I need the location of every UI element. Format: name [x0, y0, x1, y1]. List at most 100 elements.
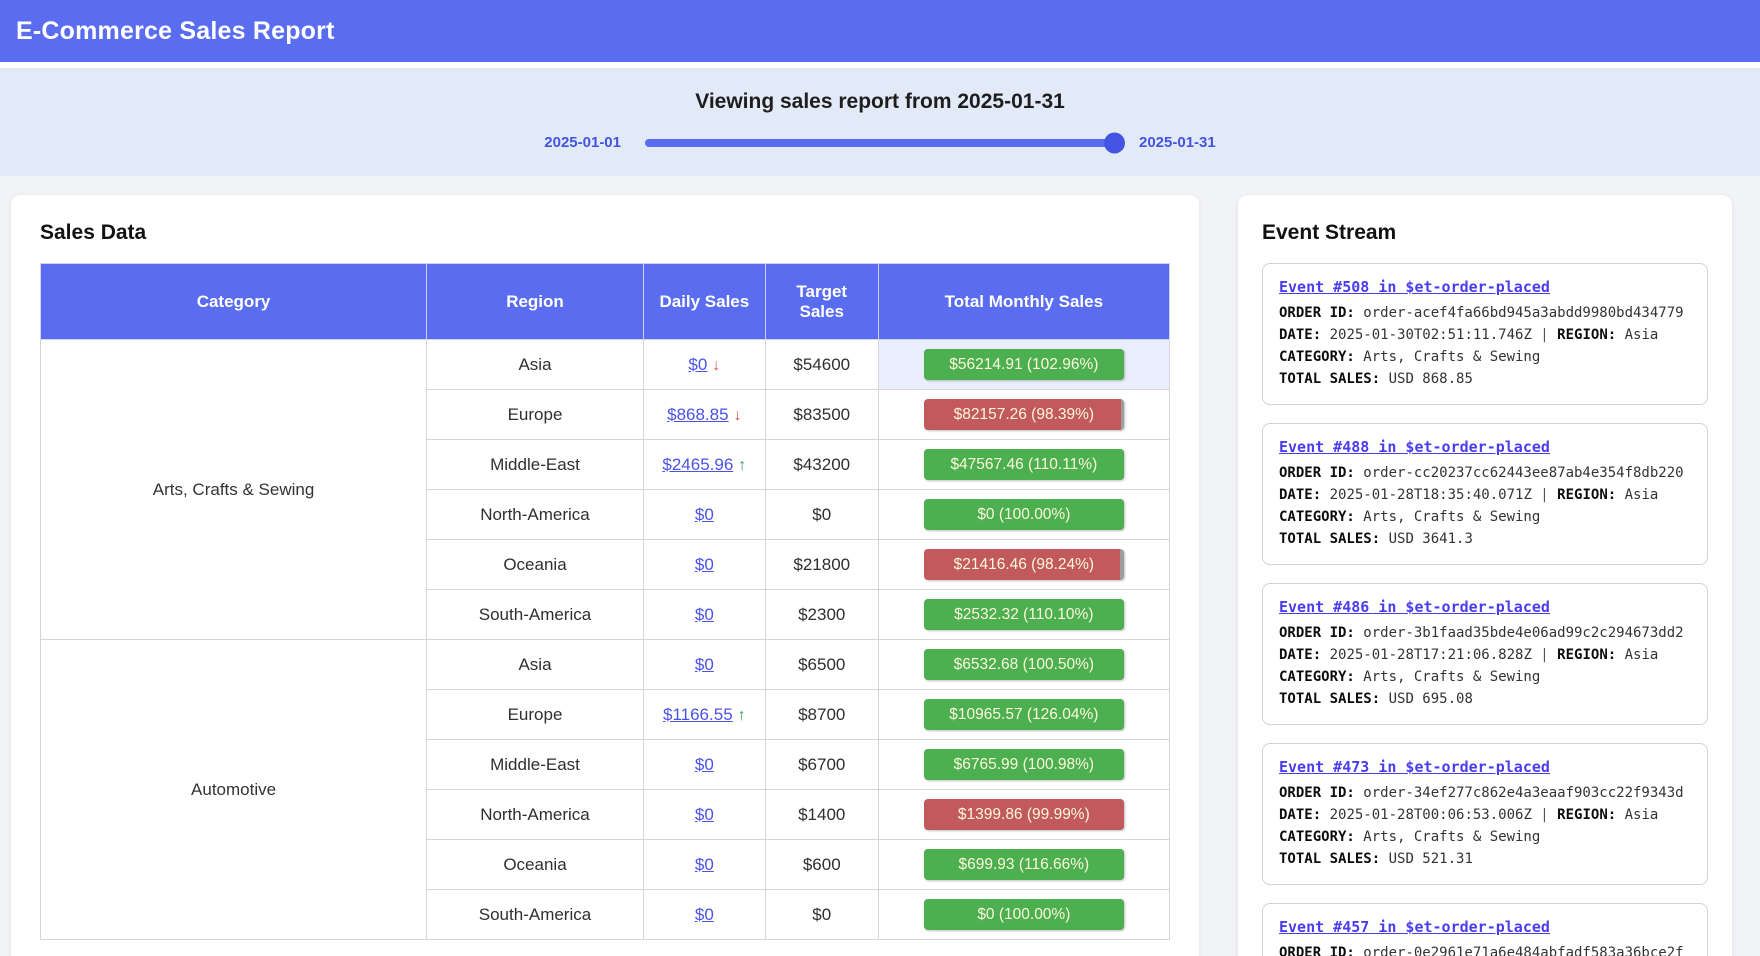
- field-separator: |: [1532, 647, 1557, 663]
- progress-label: $2532.32 (110.10%): [924, 599, 1124, 630]
- monthly-sales-cell: $2532.32 (110.10%): [878, 590, 1169, 640]
- region-cell: Asia: [427, 640, 644, 690]
- slider-row: 2025-01-01 2025-01-31: [0, 134, 1760, 151]
- event-card: Event #457 in $et-order-placed ORDER ID: …: [1262, 903, 1708, 956]
- main-content: Sales Data Category Region Daily Sales T…: [0, 176, 1760, 956]
- region-cell: Oceania: [427, 540, 644, 590]
- daily-sales-link[interactable]: $1166.55: [663, 705, 733, 724]
- event-field-label: TOTAL SALES:: [1279, 531, 1380, 547]
- target-sales-cell: $21800: [765, 540, 878, 590]
- monthly-sales-cell: $1399.86 (99.99%): [878, 790, 1169, 840]
- event-field: TOTAL SALES: USD 695.08: [1279, 688, 1691, 710]
- event-field: ORDER ID: order-0e2961e71a6e484abfadf583…: [1279, 942, 1691, 956]
- monthly-sales-cell: $699.93 (116.66%): [878, 840, 1169, 890]
- event-field: TOTAL SALES: USD 3641.3: [1279, 528, 1691, 550]
- monthly-sales-progress: $21416.46 (98.24%): [924, 549, 1124, 580]
- event-field-label: ORDER ID:: [1279, 305, 1355, 321]
- event-field-label: TOTAL SALES:: [1279, 691, 1380, 707]
- daily-sales-link[interactable]: $0: [695, 905, 714, 924]
- daily-sales-link[interactable]: $0: [695, 805, 714, 824]
- monthly-sales-cell: $6532.68 (100.50%): [878, 640, 1169, 690]
- region-cell: Asia: [427, 340, 644, 390]
- target-sales-cell: $8700: [765, 690, 878, 740]
- trend-down-icon: ↓: [712, 357, 720, 374]
- date-range-slider[interactable]: [645, 139, 1115, 147]
- daily-sales-cell: $0: [643, 540, 765, 590]
- event-field: ORDER ID: order-3b1faad35bde4e06ad99c2c2…: [1279, 622, 1691, 644]
- event-field: TOTAL SALES: USD 521.31: [1279, 848, 1691, 870]
- event-title-link[interactable]: Event #486 in $et-order-placed: [1279, 598, 1550, 616]
- event-field-label: CATEGORY:: [1279, 669, 1355, 685]
- slider-end-label: 2025-01-31: [1139, 134, 1216, 151]
- field-separator: |: [1532, 487, 1557, 503]
- region-cell: North-America: [427, 790, 644, 840]
- daily-sales-cell: $0: [643, 740, 765, 790]
- event-field-label: REGION:: [1557, 487, 1616, 503]
- trend-up-icon: ↑: [738, 457, 746, 474]
- monthly-sales-progress: $0 (100.00%): [924, 899, 1124, 930]
- daily-sales-link[interactable]: $0: [688, 355, 707, 374]
- target-sales-cell: $54600: [765, 340, 878, 390]
- sales-table: Category Region Daily Sales Target Sales…: [40, 263, 1170, 940]
- daily-sales-cell: $0: [643, 490, 765, 540]
- monthly-sales-progress: $699.93 (116.66%): [924, 849, 1124, 880]
- monthly-sales-cell: $21416.46 (98.24%): [878, 540, 1169, 590]
- event-stream-title: Event Stream: [1262, 221, 1708, 245]
- progress-label: $1399.86 (99.99%): [924, 799, 1124, 830]
- daily-sales-cell: $2465.96 ↑: [643, 440, 765, 490]
- daily-sales-cell: $0: [643, 790, 765, 840]
- trend-down-icon: ↓: [734, 407, 742, 424]
- event-field-label: ORDER ID:: [1279, 465, 1355, 481]
- daily-sales-link[interactable]: $0: [695, 655, 714, 674]
- monthly-sales-cell: $0 (100.00%): [878, 490, 1169, 540]
- monthly-sales-progress: $10965.57 (126.04%): [924, 699, 1124, 730]
- event-field: TOTAL SALES: USD 868.85: [1279, 368, 1691, 390]
- event-field-label: TOTAL SALES:: [1279, 371, 1380, 387]
- monthly-sales-progress: $56214.91 (102.96%): [924, 349, 1124, 380]
- progress-label: $56214.91 (102.96%): [924, 349, 1124, 380]
- progress-label: $10965.57 (126.04%): [924, 699, 1124, 730]
- table-row: AutomotiveAsia$0$6500$6532.68 (100.50%): [41, 640, 1170, 690]
- event-title-link[interactable]: Event #488 in $et-order-placed: [1279, 438, 1550, 456]
- event-field-label: TOTAL SALES:: [1279, 851, 1380, 867]
- target-sales-cell: $600: [765, 840, 878, 890]
- event-field-label: ORDER ID:: [1279, 625, 1355, 641]
- event-field: DATE: 2025-01-30T02:51:11.746Z | REGION:…: [1279, 324, 1691, 346]
- progress-label: $6532.68 (100.50%): [924, 649, 1124, 680]
- event-field-label: DATE:: [1279, 807, 1321, 823]
- monthly-sales-progress: $82157.26 (98.39%): [924, 399, 1124, 430]
- monthly-sales-cell: $56214.91 (102.96%): [878, 340, 1169, 390]
- column-header-category: Category: [41, 264, 427, 340]
- event-title-link[interactable]: Event #508 in $et-order-placed: [1279, 278, 1550, 296]
- monthly-sales-cell: $82157.26 (98.39%): [878, 390, 1169, 440]
- daily-sales-link[interactable]: $0: [695, 555, 714, 574]
- monthly-sales-progress: $0 (100.00%): [924, 499, 1124, 530]
- event-field: DATE: 2025-01-28T18:35:40.071Z | REGION:…: [1279, 484, 1691, 506]
- category-cell: Automotive: [41, 640, 427, 940]
- target-sales-cell: $43200: [765, 440, 878, 490]
- event-field-label: CATEGORY:: [1279, 509, 1355, 525]
- progress-label: $6765.99 (100.98%): [924, 749, 1124, 780]
- column-header-total-monthly: Total Monthly Sales: [878, 264, 1169, 340]
- daily-sales-link[interactable]: $0: [695, 605, 714, 624]
- event-field: ORDER ID: order-acef4fa66bd945a3abdd9980…: [1279, 302, 1691, 324]
- sales-panel-title: Sales Data: [40, 221, 1170, 245]
- daily-sales-link[interactable]: $0: [695, 755, 714, 774]
- event-card: Event #488 in $et-order-placedORDER ID: …: [1262, 423, 1708, 565]
- region-cell: Middle-East: [427, 440, 644, 490]
- daily-sales-link[interactable]: $0: [695, 855, 714, 874]
- target-sales-cell: $2300: [765, 590, 878, 640]
- event-card: Event #486 in $et-order-placed ORDER ID: …: [1262, 583, 1708, 725]
- event-field-label: DATE:: [1279, 647, 1321, 663]
- daily-sales-cell: $0: [643, 590, 765, 640]
- sales-table-body: Arts, Crafts & SewingAsia$0↓$54600$56214…: [41, 340, 1170, 940]
- monthly-sales-progress: $47567.46 (110.11%): [924, 449, 1124, 480]
- slider-thumb[interactable]: [1104, 132, 1125, 153]
- event-title-link[interactable]: Event #457 in $et-order-placed: [1279, 918, 1550, 936]
- daily-sales-link[interactable]: $2465.96: [662, 455, 733, 474]
- event-card: Event #473 in $et-order-placedORDER ID: …: [1262, 743, 1708, 885]
- daily-sales-link[interactable]: $0: [695, 505, 714, 524]
- monthly-sales-cell: $47567.46 (110.11%): [878, 440, 1169, 490]
- event-title-link[interactable]: Event #473 in $et-order-placed: [1279, 758, 1550, 776]
- daily-sales-link[interactable]: $868.85: [667, 405, 728, 424]
